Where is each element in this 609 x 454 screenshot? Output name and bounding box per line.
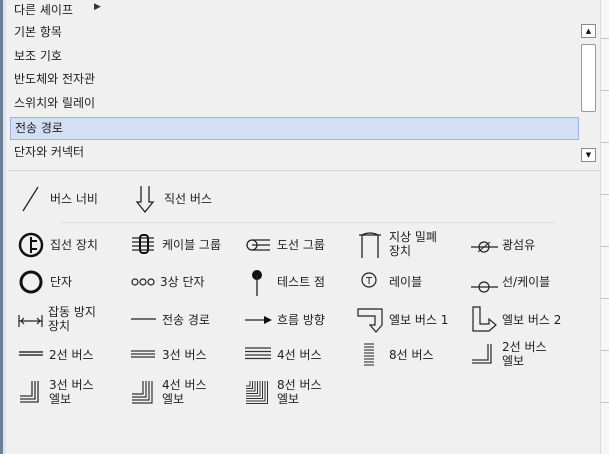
bundle-device-icon: [18, 232, 44, 258]
bus-2line-icon: [19, 351, 43, 356]
straight-bus-icon: [135, 186, 155, 214]
cable-group-icon: [132, 234, 154, 254]
shape-anti-jam-device[interactable]: 잡동 방지 장치: [18, 305, 118, 339]
shape-optical-fiber[interactable]: 광섬유: [470, 230, 570, 264]
list-scrollbar[interactable]: ▲ ▼: [580, 21, 597, 165]
svg-text:T: T: [365, 276, 373, 287]
label-icon: T: [361, 272, 377, 288]
scroll-down-icon[interactable]: ▼: [581, 148, 596, 162]
shape-line-cable[interactable]: 선/케이블: [470, 267, 570, 301]
shape-cable-group[interactable]: 케이블 그룹: [130, 230, 230, 264]
shape-elbow-bus-1[interactable]: 엘보 버스 1: [356, 305, 456, 339]
list-item-basic[interactable]: 기본 항목: [10, 21, 579, 44]
terminal-icon: [19, 270, 43, 294]
shape-elbow-bus-2[interactable]: 엘보 버스 2: [470, 305, 570, 339]
elbow-bus-2-icon: [472, 306, 497, 332]
scroll-thumb[interactable]: [581, 44, 596, 112]
palette-separator: [60, 222, 556, 223]
shape-3line-elbow-bus[interactable]: 3선 버스 엘보: [18, 378, 118, 412]
elbow-4line-icon: [132, 381, 153, 404]
list-item-semiconductors[interactable]: 반도체와 전자관: [10, 68, 579, 91]
shape-transmission-path[interactable]: 전송 경로: [130, 305, 230, 339]
shape-ground-seal-device[interactable]: 지상 밀폐 장치: [356, 230, 456, 264]
list-separator: [8, 170, 600, 171]
conductor-group-icon: [246, 239, 270, 251]
list-item-transmission-paths[interactable]: 전송 경로: [10, 117, 579, 140]
shape-2line-elbow-bus[interactable]: 2선 버스 엘보: [470, 340, 570, 374]
optical-fiber-icon: [471, 241, 498, 253]
elbow-3line-icon: [20, 381, 39, 403]
more-shapes-label: 다른 셰이프: [14, 3, 74, 17]
test-point-icon: [252, 270, 262, 296]
shape-conductor-group[interactable]: 도선 그룹: [244, 230, 344, 264]
shape-bundle-device[interactable]: 집선 장치: [18, 230, 118, 264]
shape-straight-bus[interactable]: 직선 버스: [130, 184, 230, 218]
shape-3line-bus[interactable]: 3선 버스: [130, 340, 230, 374]
stencil-list: 기본 항목 보조 기호 반도체와 전자관 스위치와 릴레이 전송 경로 단자와 …: [6, 21, 579, 165]
shape-terminal[interactable]: 단자: [18, 267, 118, 301]
shape-8line-elbow-bus[interactable]: 8선 버스 엘보: [244, 378, 344, 412]
shape-flow-direction[interactable]: 흐름 방향: [244, 305, 344, 339]
elbow-2line-icon: [472, 344, 492, 364]
right-rail: [600, 0, 609, 454]
three-phase-terminal-icon: [131, 278, 155, 286]
list-item-auxiliary-symbols[interactable]: 보조 기호: [10, 45, 579, 68]
shape-bus-width[interactable]: 버스 너비: [18, 184, 118, 218]
elbow-bus-1-icon: [357, 308, 383, 333]
bus-8line-icon: [364, 343, 374, 366]
bus-4line-icon: [245, 347, 271, 360]
submenu-arrow-icon: ▶: [94, 2, 101, 12]
elbow-8line-icon: [246, 381, 268, 404]
flow-direction-arrow-icon: [245, 316, 272, 324]
shape-4line-bus[interactable]: 4선 버스: [244, 340, 344, 374]
list-item-switches-relays[interactable]: 스위치와 릴레이: [10, 92, 579, 115]
shape-4line-elbow-bus[interactable]: 4선 버스 엘보: [130, 378, 230, 412]
more-shapes-menu[interactable]: 다른 셰이프 ▶: [6, 0, 600, 18]
scroll-up-icon[interactable]: ▲: [581, 24, 596, 38]
line-cable-icon: [471, 281, 498, 293]
shape-three-phase-terminal[interactable]: 3상 단자: [130, 267, 230, 301]
anti-jam-icon: [18, 315, 43, 327]
shape-test-point[interactable]: 테스트 점: [244, 267, 344, 301]
bus-3line-icon: [131, 350, 155, 358]
ground-seal-icon: [359, 232, 381, 258]
list-item-terminals-connectors[interactable]: 단자와 커넥터: [10, 141, 579, 164]
shape-8line-bus[interactable]: 8선 버스: [356, 340, 456, 374]
shape-2line-bus[interactable]: 2선 버스: [18, 340, 118, 374]
bus-width-icon: [22, 186, 39, 212]
shape-label[interactable]: T 레이블: [356, 267, 456, 301]
transmission-path-icon: [131, 318, 156, 320]
